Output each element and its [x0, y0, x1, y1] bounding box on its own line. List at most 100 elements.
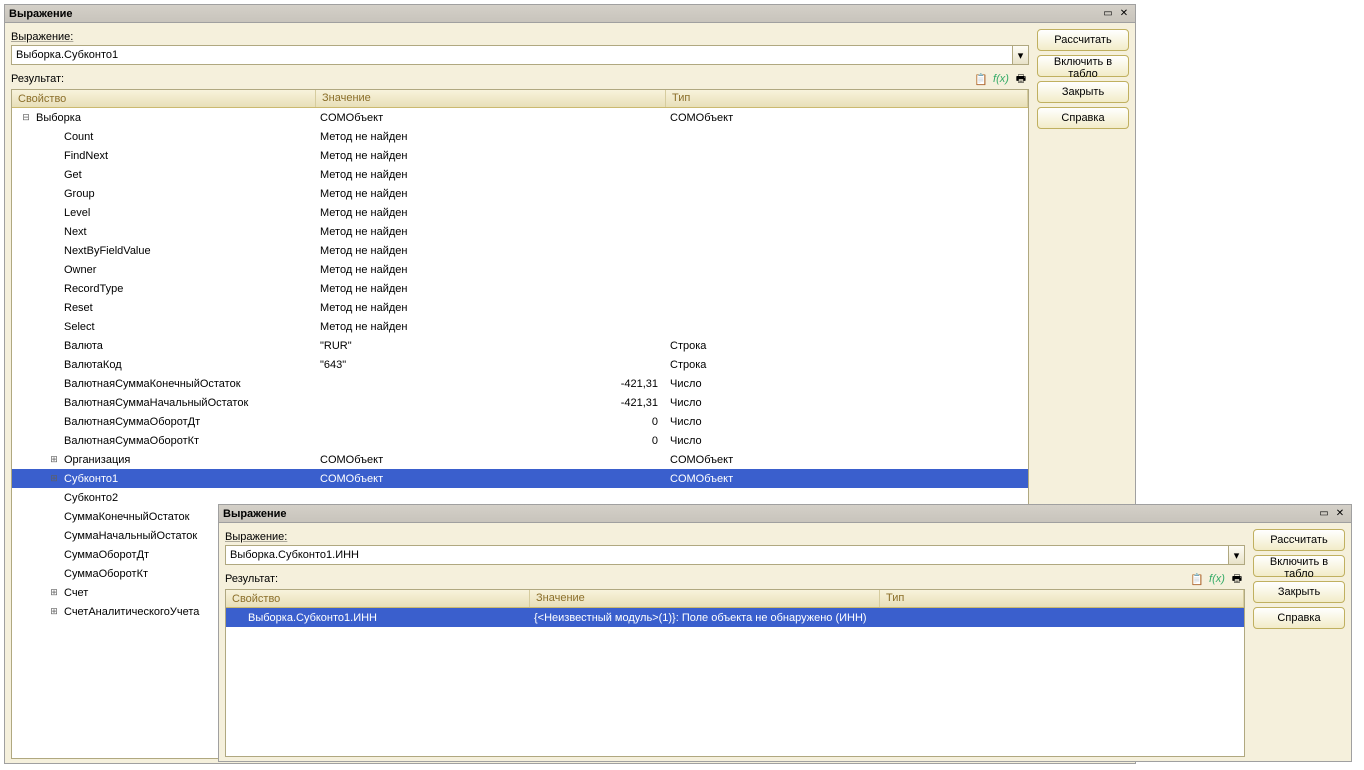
titlebar-1: Выражение ▭ ✕	[5, 5, 1135, 23]
table-row[interactable]: ⊞ОрганизацияCOMОбъектCOMОбъект	[12, 450, 1028, 469]
value-cell: Метод не найден	[316, 206, 666, 220]
property-name: ВалютнаяСуммаОборотКт	[64, 435, 199, 447]
property-name: Level	[64, 207, 90, 219]
calculate-button[interactable]: Рассчитать	[1037, 29, 1129, 51]
expand-icon[interactable]: ⊞	[48, 473, 60, 485]
expand-icon[interactable]: ⊞	[48, 587, 60, 599]
property-name: СуммаОборотКт	[64, 568, 148, 580]
fx-icon[interactable]: f(x)	[993, 71, 1009, 87]
paste-icon[interactable]: 📋	[1189, 571, 1205, 587]
close-button[interactable]: Закрыть	[1037, 81, 1129, 103]
type-cell: Строка	[666, 358, 1028, 372]
type-cell	[666, 269, 1028, 271]
property-name: СчетАналитическогоУчета	[64, 606, 199, 618]
dropdown-icon[interactable]: ▾	[1229, 545, 1245, 565]
table-row[interactable]: Выборка.Субконто1.ИНН{<Неизвестный модул…	[226, 608, 1244, 627]
table-row[interactable]: ВалютнаяСуммаОборотКт0Число	[12, 431, 1028, 450]
print-icon[interactable]: 🖶	[1229, 571, 1245, 587]
table-row[interactable]: Owner Метод не найден	[12, 260, 1028, 279]
help-button[interactable]: Справка	[1253, 607, 1345, 629]
print-icon[interactable]: 🖶	[1013, 71, 1029, 87]
property-name: СуммаНачальныйОстаток	[64, 530, 197, 542]
type-cell	[666, 212, 1028, 214]
expression-input[interactable]	[11, 45, 1013, 65]
value-cell: Метод не найден	[316, 263, 666, 277]
property-name: FindNext	[64, 150, 108, 162]
tablo-button[interactable]: Включить в табло	[1037, 55, 1129, 77]
table-row[interactable]: NextByFieldValueМетод не найден	[12, 241, 1028, 260]
col-property[interactable]: Свойство	[226, 590, 530, 607]
value-cell: {<Неизвестный модуль>(1)}: Поле объекта …	[530, 611, 880, 625]
type-cell	[666, 136, 1028, 138]
close-button[interactable]: Закрыть	[1253, 581, 1345, 603]
col-type[interactable]: Тип	[666, 90, 1028, 107]
table-row[interactable]: CountМетод не найден	[12, 127, 1028, 146]
table-row[interactable]: Level Метод не найден	[12, 203, 1028, 222]
col-type[interactable]: Тип	[880, 590, 1244, 607]
expander-placeholder	[48, 302, 60, 314]
property-name: Next	[64, 226, 87, 238]
property-name: ВалютнаяСуммаНачальныйОстаток	[64, 397, 248, 409]
property-name: NextByFieldValue	[64, 245, 151, 257]
calculate-button[interactable]: Рассчитать	[1253, 529, 1345, 551]
expander-placeholder	[48, 492, 60, 504]
expander-placeholder	[48, 264, 60, 276]
value-cell: Метод не найден	[316, 149, 666, 163]
value-cell: "RUR"	[316, 339, 666, 353]
property-name: Owner	[64, 264, 96, 276]
minimize-icon[interactable]: ▭	[1317, 507, 1331, 521]
property-name: Get	[64, 169, 82, 181]
value-cell: Метод не найден	[316, 282, 666, 296]
dropdown-icon[interactable]: ▾	[1013, 45, 1029, 65]
table-row[interactable]: NextМетод не найден	[12, 222, 1028, 241]
minimize-icon[interactable]: ▭	[1101, 7, 1115, 21]
col-value[interactable]: Значение	[530, 590, 880, 607]
fx-icon[interactable]: f(x)	[1209, 571, 1225, 587]
property-name: ВалютнаяСуммаОборотДт	[64, 416, 200, 428]
table-row[interactable]: Get Метод не найден	[12, 165, 1028, 184]
collapse-icon[interactable]: ⊟	[20, 112, 32, 124]
table-row[interactable]: Group Метод не найден	[12, 184, 1028, 203]
value-cell: Метод не найден	[316, 187, 666, 201]
table-row[interactable]: ВалютнаяСуммаОборотДт0Число	[12, 412, 1028, 431]
type-cell	[666, 250, 1028, 252]
table-row[interactable]: SelectМетод не найден	[12, 317, 1028, 336]
result-label: Результат:	[11, 73, 64, 85]
expression-input[interactable]	[225, 545, 1229, 565]
type-cell	[880, 617, 1244, 619]
paste-icon[interactable]: 📋	[973, 71, 989, 87]
expander-placeholder	[48, 188, 60, 200]
expander-placeholder	[48, 169, 60, 181]
value-cell: Метод не найден	[316, 168, 666, 182]
table-row[interactable]: RecordTypeМетод не найден	[12, 279, 1028, 298]
value-cell: COMОбъект	[316, 472, 666, 486]
expander-placeholder	[48, 131, 60, 143]
close-icon[interactable]: ✕	[1117, 7, 1131, 21]
type-cell: Число	[666, 396, 1028, 410]
table-row[interactable]: ⊟ВыборкаCOMОбъектCOMОбъект	[12, 108, 1028, 127]
expander-placeholder	[48, 340, 60, 352]
property-name: Group	[64, 188, 95, 200]
expand-icon[interactable]: ⊞	[48, 454, 60, 466]
expand-icon[interactable]: ⊞	[48, 606, 60, 618]
table-row[interactable]: ВалютнаяСуммаНачальныйОстаток-421,31Числ…	[12, 393, 1028, 412]
expander-placeholder	[48, 568, 60, 580]
table-row[interactable]: Валюта"RUR"Строка	[12, 336, 1028, 355]
type-cell: COMОбъект	[666, 111, 1028, 125]
type-cell	[666, 231, 1028, 233]
table-row[interactable]: ВалютнаяСуммаКонечныйОстаток-421,31Число	[12, 374, 1028, 393]
table-row[interactable]: ⊞Субконто1COMОбъектCOMОбъект	[12, 469, 1028, 488]
help-button[interactable]: Справка	[1037, 107, 1129, 129]
expander-placeholder	[48, 245, 60, 257]
col-value[interactable]: Значение	[316, 90, 666, 107]
value-cell: COMОбъект	[316, 111, 666, 125]
expander-placeholder	[48, 530, 60, 542]
property-name: Reset	[64, 302, 93, 314]
table-row[interactable]: FindNext Метод не найден	[12, 146, 1028, 165]
tablo-button[interactable]: Включить в табло	[1253, 555, 1345, 577]
table-row[interactable]: ResetМетод не найден	[12, 298, 1028, 317]
col-property[interactable]: Свойство	[12, 90, 316, 107]
table-row[interactable]: ВалютаКод"643"Строка	[12, 355, 1028, 374]
expander-placeholder	[48, 207, 60, 219]
close-icon[interactable]: ✕	[1333, 507, 1347, 521]
